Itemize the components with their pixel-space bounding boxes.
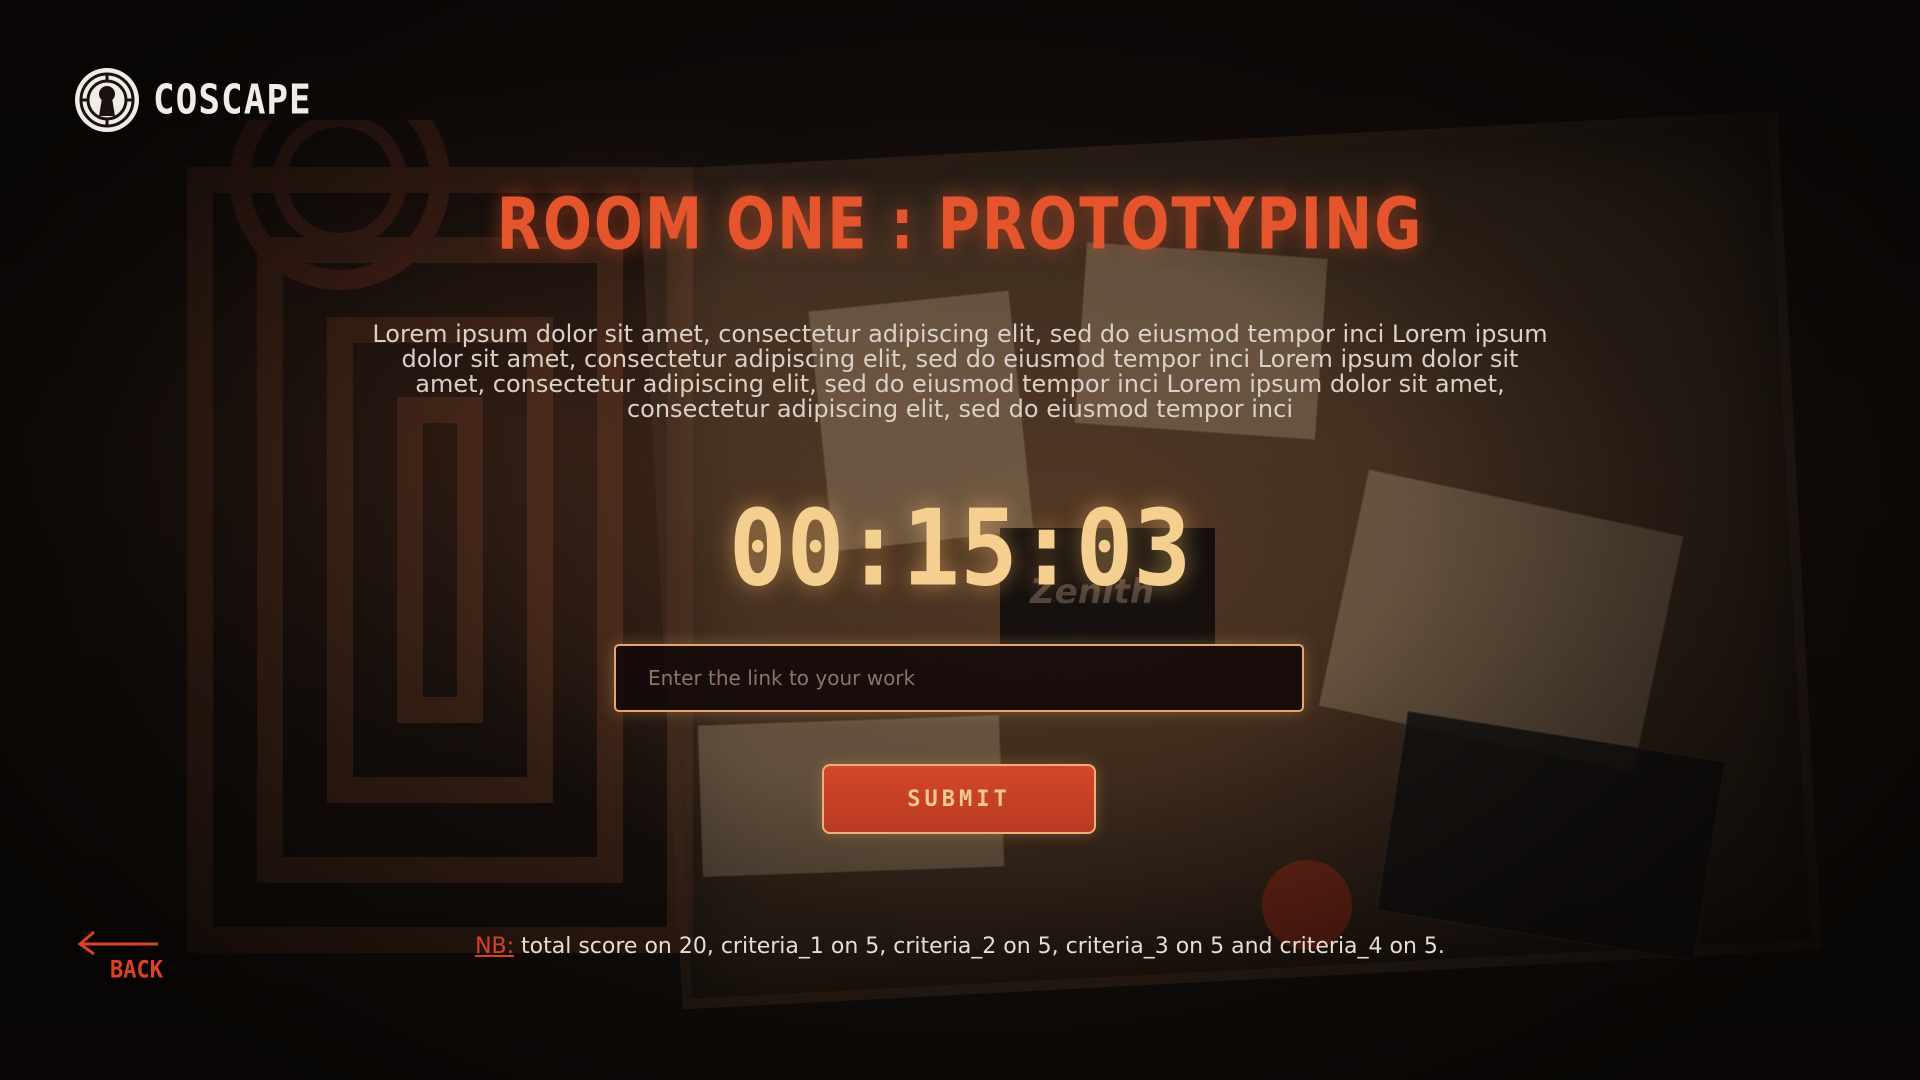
scoring-note: NB: total score on 20, criteria_1 on 5, … bbox=[0, 934, 1920, 959]
room-title: ROOM ONE : PROTOTYPING bbox=[496, 183, 1424, 267]
note-prefix: NB: bbox=[475, 934, 515, 959]
submit-button[interactable]: SUBMIT bbox=[822, 764, 1096, 834]
back-label: BACK bbox=[110, 956, 163, 985]
brand-name: COSCAPE bbox=[153, 76, 312, 124]
room-screen: Zenith COSCAPE ROOM ONE : PROTOTYPING Lo… bbox=[0, 0, 1920, 1080]
work-link-input[interactable] bbox=[614, 644, 1304, 712]
brand-logo[interactable]: COSCAPE bbox=[73, 66, 312, 134]
keyhole-maze-icon bbox=[75, 68, 139, 132]
room-description: Lorem ipsum dolor sit amet, consectetur … bbox=[372, 320, 1548, 423]
countdown-timer: 00:15:03 bbox=[728, 486, 1192, 610]
note-text: total score on 20, criteria_1 on 5, crit… bbox=[514, 934, 1445, 959]
